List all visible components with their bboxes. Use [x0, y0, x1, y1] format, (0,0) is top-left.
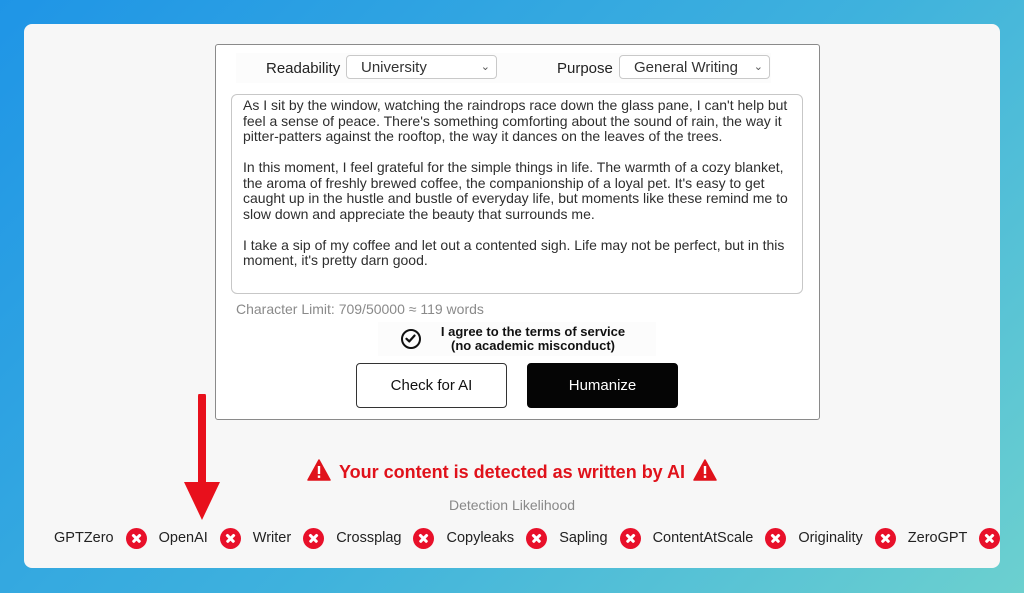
readability-value: University: [361, 59, 427, 76]
terms-line-2: (no academic misconduct): [451, 338, 615, 353]
detector-item: Writer: [252, 527, 325, 549]
detector-list: GPTZero OpenAI Writer Crossplag Copyleaks Sap…: [54, 526, 1012, 550]
detector-name: OpenAI: [158, 530, 208, 546]
checkbox-checked-icon[interactable]: [401, 329, 421, 349]
readability-select[interactable]: University ⌄: [346, 55, 497, 79]
detector-name: Originality: [798, 530, 863, 546]
text-paragraph: As I sit by the window, watching the rai…: [243, 97, 788, 144]
fail-x-icon: [413, 527, 435, 549]
readability-label: Readability: [266, 60, 341, 77]
detector-item: GPTZero: [54, 527, 147, 549]
alert-text: Your content is detected as written by A…: [338, 462, 686, 482]
detector-item: Crossplag: [336, 527, 435, 549]
humanizer-form: Readability University ⌄ Purpose General…: [215, 44, 820, 420]
fail-x-icon: [979, 527, 1001, 549]
text-input[interactable]: As I sit by the window, watching the rai…: [231, 94, 803, 294]
detector-item: OpenAI: [158, 527, 241, 549]
detection-alert: Your content is detected as written by A…: [24, 459, 1000, 483]
detector-name: Crossplag: [336, 530, 402, 546]
detector-name: Copyleaks: [446, 530, 515, 546]
check-for-ai-button[interactable]: Check for AI: [356, 363, 507, 408]
detector-item: Copyleaks: [446, 527, 548, 549]
character-limit: Character Limit: 709/50000 ≈ 119 words: [236, 301, 484, 317]
main-card: Readability University ⌄ Purpose General…: [24, 24, 1001, 568]
detector-name: GPTZero: [54, 530, 114, 546]
fail-x-icon: [219, 527, 241, 549]
purpose-value: General Writing: [634, 59, 738, 76]
purpose-label: Purpose: [557, 60, 613, 77]
chevron-down-icon: ⌄: [753, 61, 763, 73]
purpose-select[interactable]: General Writing ⌄: [619, 55, 770, 79]
detector-name: Sapling: [559, 530, 608, 546]
fail-x-icon: [125, 527, 147, 549]
detector-item: Sapling: [559, 527, 641, 549]
detector-item: Originality: [798, 527, 896, 549]
fail-x-icon: [874, 527, 896, 549]
text-paragraph: I take a sip of my coffee and let out a …: [243, 236, 785, 268]
fail-x-icon: [526, 527, 548, 549]
text-paragraph: In this moment, I feel grateful for the …: [243, 159, 788, 222]
fail-x-icon: [619, 527, 641, 549]
terms-agreement: I agree to the terms of service (no acad…: [378, 322, 656, 356]
terms-label: I agree to the terms of service (no acad…: [433, 325, 633, 353]
red-arrow-annotation: [184, 394, 220, 520]
chevron-down-icon: ⌄: [480, 61, 490, 73]
humanize-button[interactable]: Humanize: [527, 363, 678, 408]
detector-name: Writer: [252, 530, 292, 546]
warning-icon: [307, 459, 331, 481]
detection-likelihood-label: Detection Likelihood: [448, 497, 576, 513]
options-row: Readability University ⌄ Purpose General…: [236, 53, 771, 83]
detector-name: ZeroGPT: [907, 530, 968, 546]
detector-item: ContentAtScale: [652, 527, 787, 549]
terms-line-1: I agree to the terms of service: [440, 324, 626, 339]
fail-x-icon: [303, 527, 325, 549]
detector-name: ContentAtScale: [652, 530, 754, 546]
warning-icon: [693, 459, 717, 481]
detector-item: ZeroGPT: [907, 527, 1001, 549]
fail-x-icon: [765, 527, 787, 549]
